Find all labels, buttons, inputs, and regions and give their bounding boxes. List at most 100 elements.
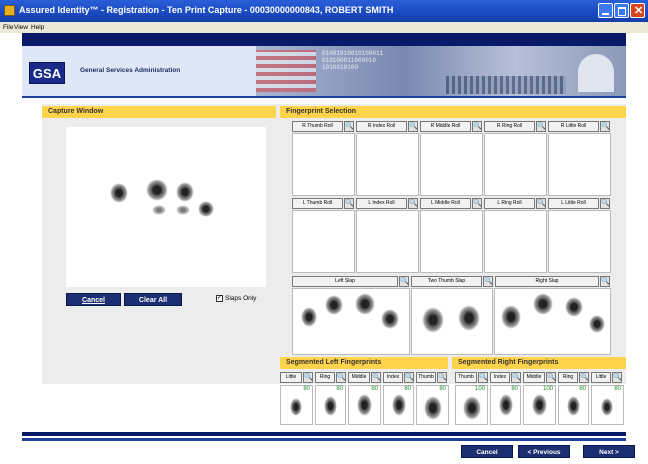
quality-score: 80 (404, 386, 411, 392)
magnify-icon[interactable]: 🔍 (344, 198, 354, 209)
maximize-button[interactable] (614, 3, 629, 18)
l-little-roll-box[interactable] (548, 210, 611, 273)
fingerprint-image (110, 183, 128, 203)
l-index-roll-box[interactable] (356, 210, 419, 273)
r-ring-roll-box[interactable] (484, 133, 547, 196)
l-ring-roll-box[interactable] (484, 210, 547, 273)
quality-score: 100 (474, 386, 485, 392)
header-banner-image: 01001010010100011 010100011000010 101001… (256, 46, 626, 96)
seg-left-index-header: Index (383, 372, 403, 383)
minimize-icon (602, 13, 609, 15)
previous-button[interactable]: < Previous (518, 445, 570, 458)
quality-score: 100 (542, 386, 553, 392)
cancel-button[interactable]: Cancel (461, 445, 513, 458)
magnify-icon[interactable]: 🔍 (336, 372, 346, 383)
maximize-icon (618, 7, 626, 16)
magnify-icon[interactable]: 🔍 (511, 372, 521, 383)
l-ring-roll-header: L Ring Roll (484, 198, 535, 209)
two-thumb-slap-header: Two Thumb Slap (411, 276, 482, 287)
r-little-roll-box[interactable] (548, 133, 611, 196)
seg-right-ring-box[interactable]: 60 (558, 385, 589, 425)
fingerprint-image (325, 295, 343, 315)
magnify-icon[interactable]: 🔍 (408, 121, 418, 132)
cancel-capture-button[interactable]: Cancel (66, 293, 121, 306)
seg-left-index-box[interactable]: 80 (383, 385, 414, 425)
agency-header: GSA General Services Administration 0100… (22, 46, 626, 96)
fingerprint-image (499, 394, 513, 416)
magnify-icon[interactable]: 🔍 (371, 372, 381, 383)
seg-right-little-header: Little (591, 372, 611, 383)
magnify-icon[interactable]: 🔍 (546, 372, 556, 383)
seg-left-middle-box[interactable]: 80 (348, 385, 381, 425)
r-index-roll-header: R Index Roll (356, 121, 407, 132)
magnify-icon[interactable]: 🔍 (600, 121, 610, 132)
seg-right-index-box[interactable]: 80 (490, 385, 521, 425)
magnify-icon[interactable]: 🔍 (536, 121, 546, 132)
magnify-icon[interactable]: 🔍 (303, 372, 313, 383)
magnify-icon[interactable]: 🔍 (579, 372, 589, 383)
two-thumb-slap-box[interactable] (411, 288, 493, 355)
magnify-icon[interactable]: 🔍 (344, 121, 354, 132)
left-slap-box[interactable] (292, 288, 410, 355)
seg-right-thumb-box[interactable]: 100 (455, 385, 488, 425)
fingerprint-image (381, 309, 399, 329)
seg-left-thumb-header: Thumb (416, 372, 436, 383)
menu-file[interactable]: File (3, 24, 13, 31)
magnify-icon[interactable]: 🔍 (536, 198, 546, 209)
seg-left-little-box[interactable]: 80 (280, 385, 313, 425)
minimize-button[interactable] (598, 3, 613, 18)
quality-score: 80 (336, 386, 343, 392)
right-slap-box[interactable] (494, 288, 611, 355)
seg-left-ring-header: Ring (315, 372, 335, 383)
magnify-icon[interactable]: 🔍 (600, 276, 610, 287)
fingerprint-image (601, 398, 613, 416)
gsa-logo: GSA (29, 62, 65, 84)
r-middle-roll-box[interactable] (420, 133, 483, 196)
fingerprint-image (357, 394, 372, 416)
seg-right-ring-header: Ring (558, 372, 578, 383)
clear-all-button[interactable]: Clear All (124, 293, 182, 306)
menu-help[interactable]: Help (31, 24, 44, 31)
magnify-icon[interactable]: 🔍 (399, 276, 409, 287)
next-button[interactable]: Next > (583, 445, 635, 458)
magnify-icon[interactable]: 🔍 (404, 372, 414, 383)
seg-left-thumb-box[interactable]: 80 (416, 385, 449, 425)
magnify-icon[interactable]: 🔍 (437, 372, 447, 383)
seg-right-little-box[interactable]: 80 (591, 385, 624, 425)
magnify-icon[interactable]: 🔍 (472, 198, 482, 209)
close-button[interactable]: ✕ (630, 3, 645, 18)
fingerprint-image (458, 305, 480, 331)
menu-view[interactable]: View (14, 24, 28, 31)
fingerprint-image (422, 307, 444, 333)
magnify-icon[interactable]: 🔍 (600, 198, 610, 209)
fingerprint-image (301, 307, 317, 327)
l-middle-roll-box[interactable] (420, 210, 483, 273)
seg-left-ring-box[interactable]: 80 (315, 385, 346, 425)
capture-window-header: Capture Window (42, 106, 276, 118)
r-thumb-roll-box[interactable] (292, 133, 355, 196)
fingerprint-image (567, 396, 580, 416)
fingerprint-image (532, 394, 547, 416)
seg-left-little-header: Little (280, 372, 302, 383)
fingerprint-image (392, 394, 406, 416)
slaps-only-checkbox[interactable]: ✓ (216, 295, 223, 302)
magnify-icon[interactable]: 🔍 (478, 372, 488, 383)
magnify-icon[interactable]: 🔍 (472, 121, 482, 132)
app-icon (4, 5, 15, 16)
header-band (22, 33, 626, 46)
magnify-icon[interactable]: 🔍 (408, 198, 418, 209)
seg-right-middle-box[interactable]: 100 (523, 385, 556, 425)
capture-preview (66, 127, 266, 287)
fingerprint-selection-header: Fingerprint Selection (280, 106, 626, 118)
fingerprint-image (355, 293, 375, 315)
l-little-roll-header: L Little Roll (548, 198, 599, 209)
fingerprint-image (501, 305, 521, 329)
l-thumb-roll-box[interactable] (292, 210, 355, 273)
magnify-icon[interactable]: 🔍 (612, 372, 622, 383)
left-slap-header: Left Slap (292, 276, 398, 287)
fingerprint-image (146, 179, 168, 201)
slaps-only-label: Slaps Only (225, 295, 257, 302)
binary-graphic: 01001010010100011 010100011000010 101001… (322, 50, 384, 71)
magnify-icon[interactable]: 🔍 (483, 276, 493, 287)
r-index-roll-box[interactable] (356, 133, 419, 196)
